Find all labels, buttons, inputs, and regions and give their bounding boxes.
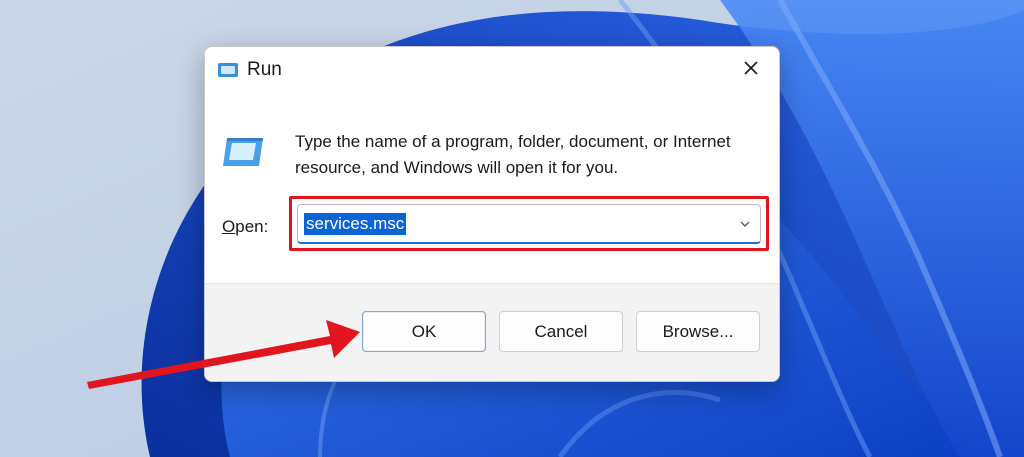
open-combobox[interactable]: services.msc bbox=[297, 204, 761, 244]
run-icon bbox=[217, 62, 239, 78]
run-dialog: Run Type the name of a program, folder, … bbox=[204, 46, 780, 382]
run-icon bbox=[223, 135, 267, 169]
dialog-description: Type the name of a program, folder, docu… bbox=[295, 132, 731, 177]
ok-button[interactable]: OK bbox=[362, 311, 486, 352]
open-label-text: pen: bbox=[235, 217, 269, 236]
dialog-title: Run bbox=[247, 59, 282, 80]
chevron-down-icon[interactable] bbox=[738, 217, 752, 231]
title-bar[interactable]: Run bbox=[205, 47, 779, 93]
close-button[interactable] bbox=[729, 53, 773, 87]
close-icon bbox=[743, 60, 759, 81]
open-label: Open: bbox=[222, 217, 268, 237]
cancel-button[interactable]: Cancel bbox=[499, 311, 623, 352]
browse-button[interactable]: Browse... bbox=[636, 311, 760, 352]
open-input-value[interactable]: services.msc bbox=[304, 213, 407, 235]
open-label-accelerator: O bbox=[222, 217, 236, 236]
